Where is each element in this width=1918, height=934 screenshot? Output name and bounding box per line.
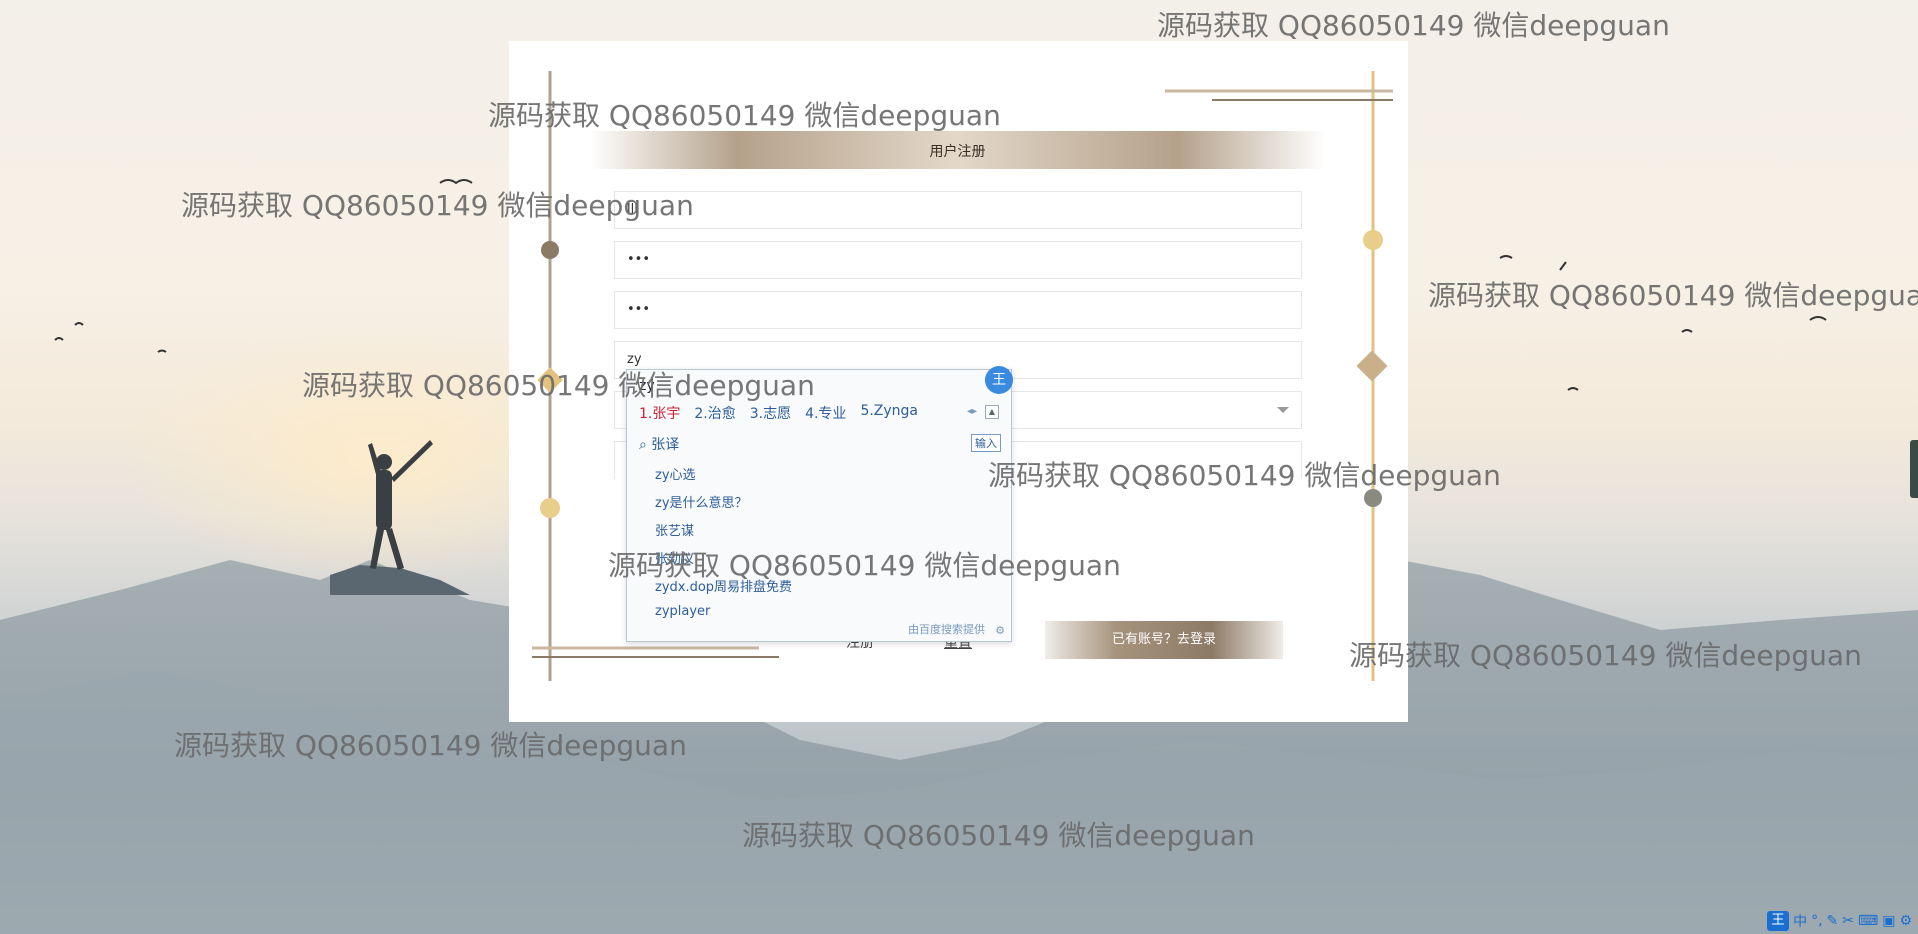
password-field[interactable]: ••• <box>614 241 1302 279</box>
ime-candidate[interactable]: 2.治愈 <box>694 403 735 423</box>
page-title: 用户注册 <box>929 144 986 160</box>
ime-logo-icon[interactable]: 王 <box>1767 911 1790 931</box>
watermark: 源码获取 QQ86050149 微信deepguan <box>988 459 1501 492</box>
confirm-password-field[interactable]: ••• <box>614 291 1302 329</box>
ime-suggestion[interactable]: zy是什么意思？ <box>655 492 748 511</box>
settings-icon[interactable]: ⚙ <box>1899 913 1912 929</box>
ime-suggestion[interactable]: zy心选 <box>655 464 696 483</box>
ime-candidate-window: zy 王 1.张宇 2.治愈 3.志愿 4.专业 5.Zynga ◂▸ ▲ ⌕ … <box>626 366 1013 642</box>
watermark: 源码获取 QQ86050149 微信deepguan <box>742 819 1255 852</box>
skin-icon[interactable]: ▣ <box>1882 913 1895 929</box>
ime-footer: 由百度搜索提供 <box>908 623 985 636</box>
title-bar: 用户注册 <box>590 131 1325 169</box>
side-handle[interactable] <box>1910 440 1918 498</box>
ime-candidates: 1.张宇 2.治愈 3.志愿 4.专业 5.Zynga <box>639 403 918 423</box>
ime-candidate[interactable]: 4.专业 <box>805 403 846 423</box>
ime-candidate[interactable]: 1.张宇 <box>639 403 680 423</box>
ime-candidate[interactable]: 5.Zynga <box>860 403 918 423</box>
ime-candidate[interactable]: 3.志愿 <box>750 403 791 423</box>
keyboard-icon[interactable]: ⌨ <box>1858 913 1878 929</box>
chevron-down-icon <box>1277 407 1289 413</box>
pen-icon[interactable]: ✎ <box>1827 913 1839 929</box>
ime-badge-icon[interactable]: 王 <box>985 366 1013 394</box>
ime-suggestion[interactable]: 张艺谋 <box>655 520 694 539</box>
ime-suggestion[interactable]: zyplayer <box>655 604 710 619</box>
search-icon: ⌕ <box>639 437 647 453</box>
watermark: 源码获取 QQ86050149 微信deepguan <box>302 369 815 402</box>
watermark: 源码获取 QQ86050149 微信deepguan <box>488 99 1001 132</box>
ime-collapse-icon[interactable]: ▲ <box>985 405 999 419</box>
watermark: 源码获取 QQ86050149 微信deepguan <box>174 729 687 762</box>
watermark: 源码获取 QQ86050149 微信deepguan <box>1428 279 1918 312</box>
username-field[interactable]: lll <box>614 191 1302 229</box>
watermark: 源码获取 QQ86050149 微信deepguan <box>608 549 1121 582</box>
scissors-icon[interactable]: ✂ <box>1842 913 1854 929</box>
ime-search-row[interactable]: ⌕ 张译 <box>639 434 679 454</box>
watermark: 源码获取 QQ86050149 微信deepguan <box>1157 9 1670 42</box>
ime-page-arrows-icon[interactable]: ◂▸ <box>967 406 977 417</box>
ime-input-button[interactable]: 输入 <box>971 434 1001 452</box>
gear-icon[interactable]: ⚙ <box>995 624 1005 637</box>
ime-toolbar: 王 中 °, ✎ ✂ ⌨ ▣ ⚙ <box>1761 908 1918 934</box>
lang-toggle[interactable]: 中 <box>1793 911 1807 931</box>
ime-search-term: 张译 <box>651 437 680 453</box>
watermark: 源码获取 QQ86050149 微信deepguan <box>181 189 694 222</box>
login-link-button[interactable]: 已有账号？去登录 <box>1045 621 1283 659</box>
watermark: 源码获取 QQ86050149 微信deepguan <box>1349 639 1862 672</box>
punctuation-icon[interactable]: °, <box>1811 913 1822 929</box>
